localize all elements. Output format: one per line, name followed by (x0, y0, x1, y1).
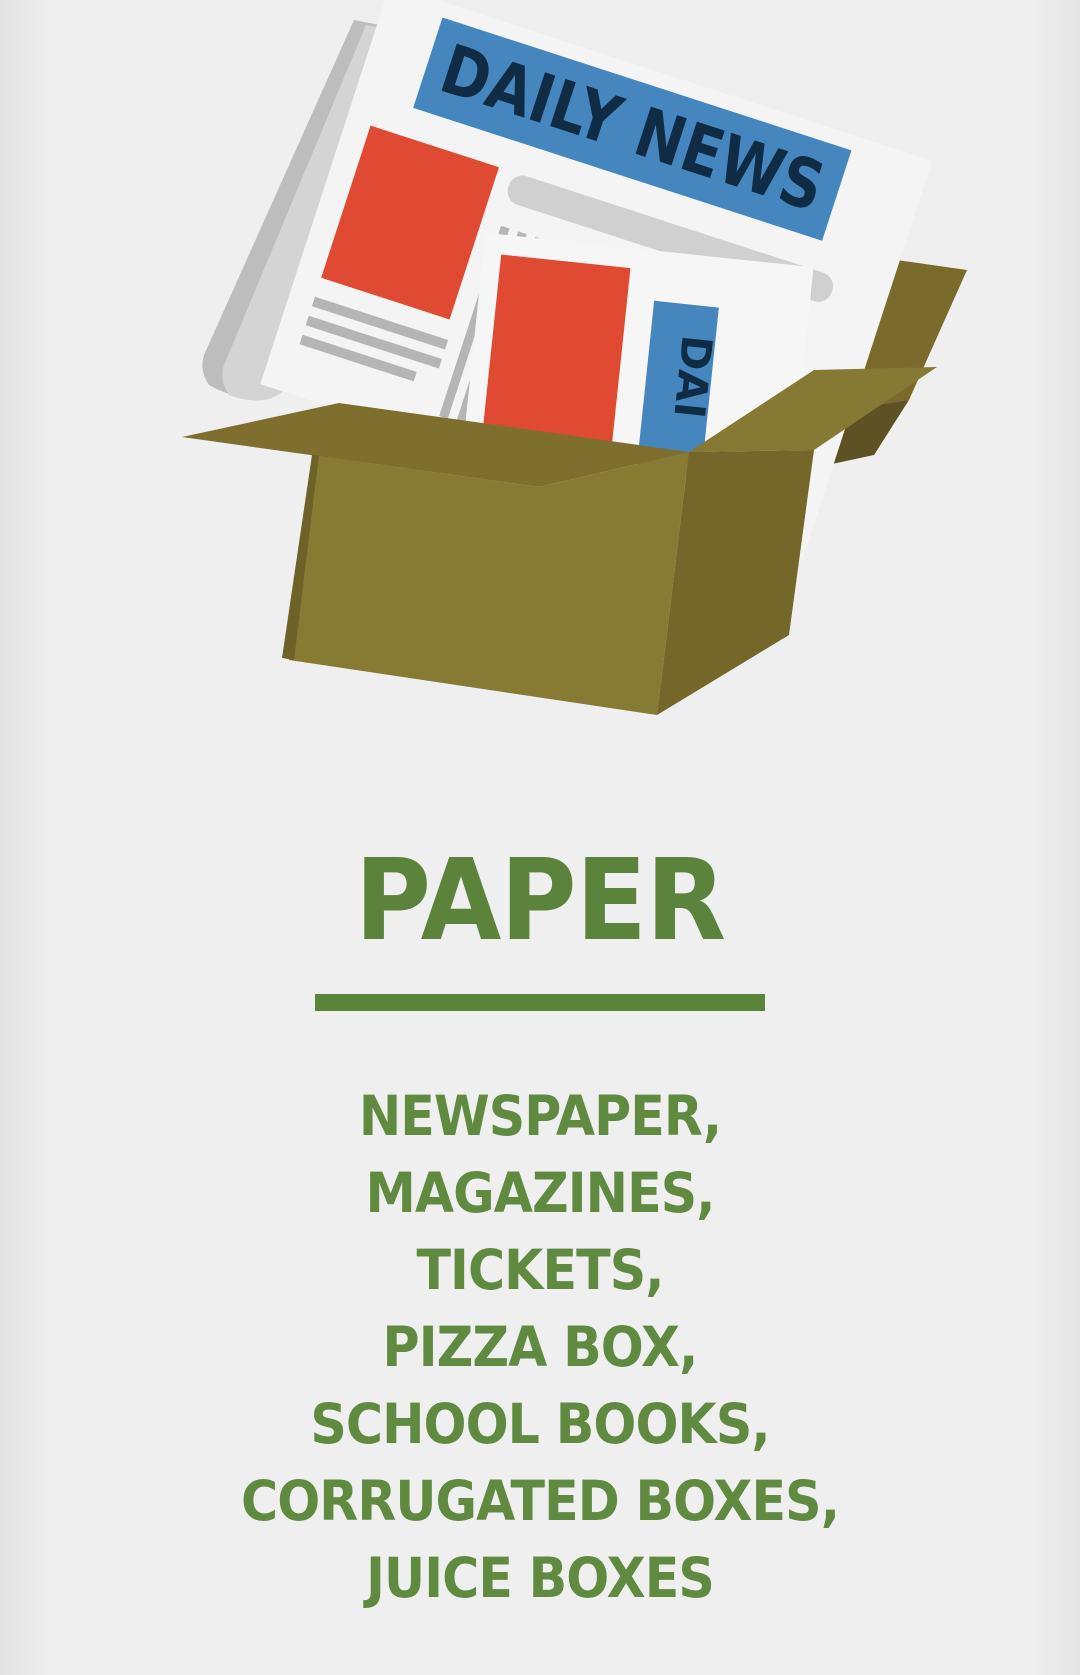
newspaper-side-masthead: DAI (664, 333, 721, 421)
paper-category-card: DAILY NEWS DAI PAPER NEWSPAPER, MAGAZINE… (44, 0, 1036, 1675)
newspaper-in-box-icon: DAILY NEWS DAI (182, 0, 967, 715)
list-item: JUICE BOXES (366, 1546, 715, 1610)
category-title: PAPER (354, 836, 726, 966)
title-underline (315, 994, 765, 1011)
list-item: SCHOOL BOOKS, (310, 1392, 770, 1456)
list-item: MAGAZINES, (365, 1161, 715, 1225)
list-item: TICKETS, (416, 1238, 664, 1302)
list-item: CORRUGATED BOXES, (240, 1469, 840, 1533)
accepted-items-list: NEWSPAPER, MAGAZINES, TICKETS, PIZZA BOX… (44, 1078, 1036, 1617)
list-item: PIZZA BOX, (382, 1315, 699, 1379)
box-front-face (289, 452, 689, 715)
list-item: NEWSPAPER, (358, 1084, 722, 1148)
